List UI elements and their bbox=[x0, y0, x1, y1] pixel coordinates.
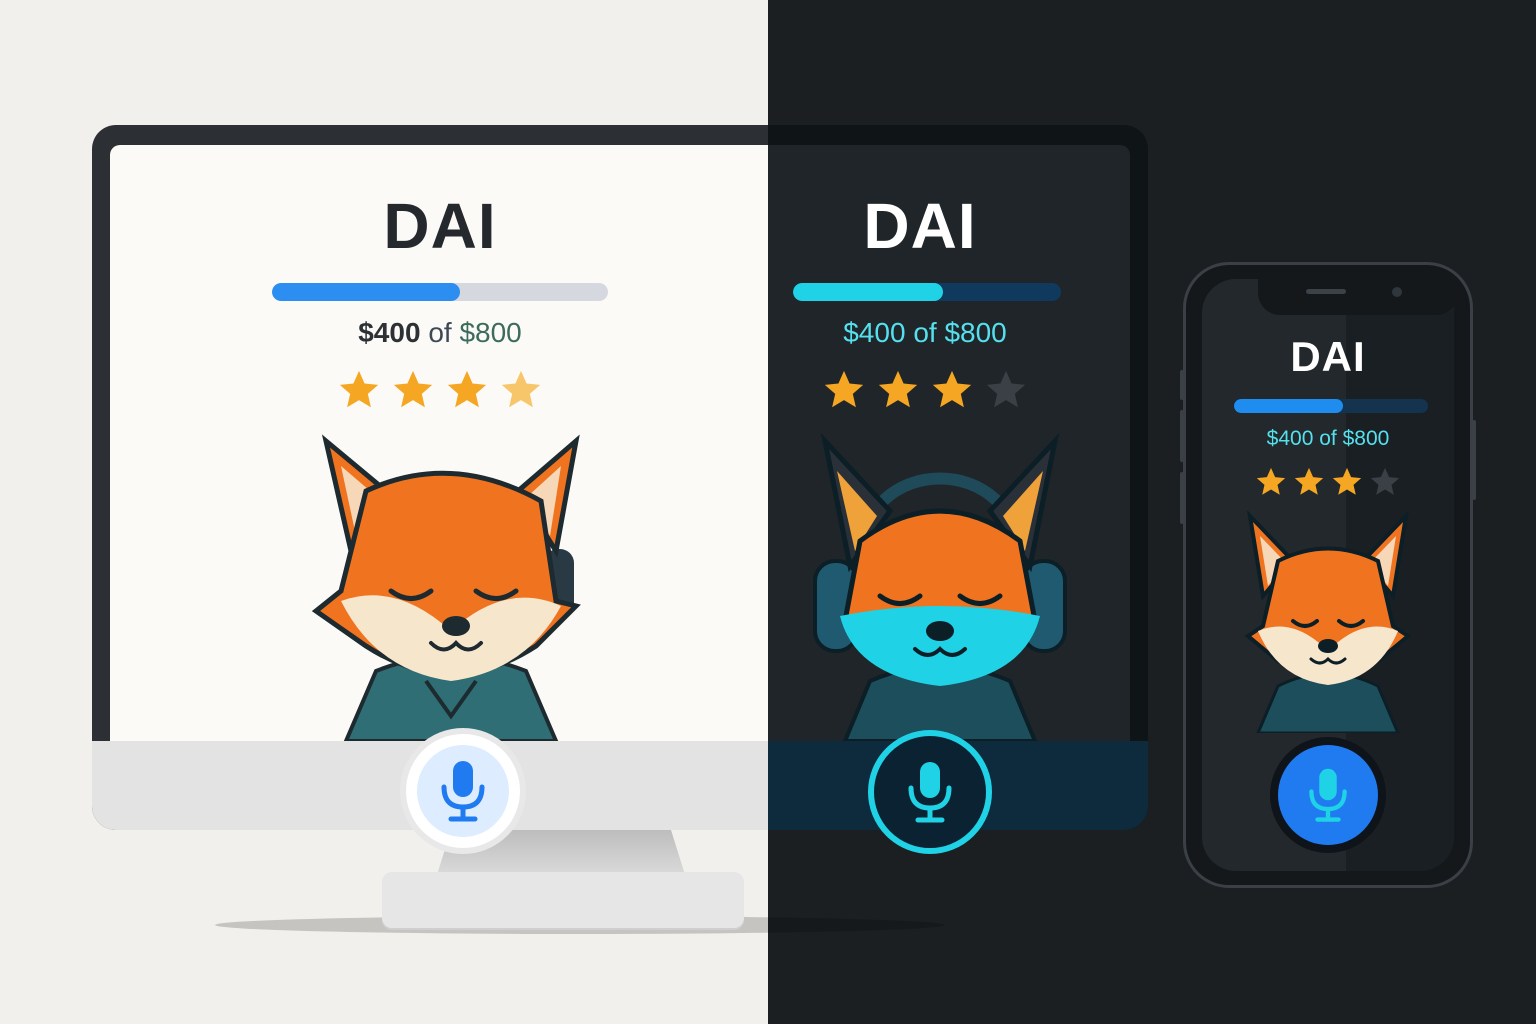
phone-notch bbox=[1258, 279, 1454, 315]
progress-fill bbox=[272, 283, 461, 301]
monitor-screen: DAI $400 of $800 DAI $400 of $800 bbox=[110, 145, 1130, 741]
rating-stars bbox=[240, 367, 640, 413]
star-icon bbox=[1332, 467, 1362, 495]
star-icon bbox=[1256, 467, 1286, 495]
star-icon bbox=[932, 370, 972, 408]
progress-fill bbox=[1234, 399, 1343, 413]
dark-mic-button[interactable] bbox=[868, 730, 992, 854]
dark-panel: DAI bbox=[770, 189, 1070, 263]
star-icon bbox=[339, 370, 379, 408]
microphone-icon bbox=[441, 761, 485, 822]
funding-amount: $400 of $800 bbox=[240, 317, 640, 349]
fox-with-headphones-avatar bbox=[311, 434, 581, 741]
rating-stars bbox=[1202, 465, 1454, 499]
star-icon bbox=[878, 370, 918, 408]
progress-fill bbox=[793, 283, 944, 301]
microphone-icon bbox=[908, 762, 952, 823]
smartphone: DAI $400 of $800 bbox=[1183, 262, 1473, 888]
microphone-icon bbox=[1309, 768, 1347, 822]
amount-goal: $800 bbox=[944, 317, 1007, 348]
star-icon bbox=[824, 370, 864, 408]
campaign-title: DAI bbox=[863, 190, 977, 262]
light-panel: DAI bbox=[270, 189, 610, 263]
desktop-monitor: DAI $400 of $800 DAI $400 of $800 bbox=[92, 125, 1148, 830]
phone-mic-button[interactable] bbox=[1270, 737, 1386, 853]
amount-raised: $400 bbox=[843, 317, 906, 348]
campaign-title: DAI bbox=[1290, 333, 1366, 380]
funding-amount: $400 of $800 bbox=[1202, 427, 1454, 451]
star-icon bbox=[393, 370, 433, 408]
star-icon bbox=[1294, 467, 1324, 495]
amount-goal: $800 bbox=[459, 317, 522, 348]
amount-of: of bbox=[428, 317, 452, 348]
amount-goal: $800 bbox=[1342, 427, 1390, 450]
progress-bar bbox=[1234, 399, 1428, 413]
fox-avatar bbox=[1244, 511, 1412, 733]
amount-raised: $400 bbox=[358, 317, 421, 348]
rating-stars bbox=[725, 367, 1125, 413]
campaign-title: DAI bbox=[383, 190, 497, 262]
funding-amount: $400 of $800 bbox=[725, 317, 1125, 349]
amount-of: of bbox=[1319, 427, 1337, 450]
phone-panel: DAI bbox=[1202, 333, 1454, 381]
star-icon bbox=[1370, 467, 1400, 495]
monitor-stand-base bbox=[382, 872, 744, 928]
star-icon bbox=[447, 370, 487, 408]
progress-bar bbox=[793, 283, 1061, 301]
star-icon bbox=[986, 370, 1026, 408]
phone-screen: DAI $400 of $800 bbox=[1202, 279, 1454, 871]
amount-raised: $400 bbox=[1266, 427, 1314, 450]
amount-of: of bbox=[913, 317, 937, 348]
progress-bar bbox=[272, 283, 608, 301]
light-mic-button[interactable] bbox=[400, 728, 526, 854]
fox-with-headphones-avatar bbox=[813, 432, 1067, 741]
star-icon bbox=[501, 370, 541, 408]
